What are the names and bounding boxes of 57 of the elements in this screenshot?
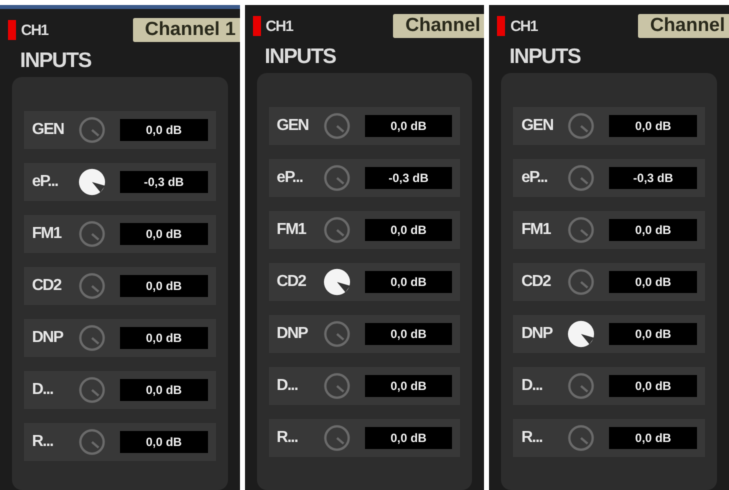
gain-display: 0,0 dB: [120, 275, 208, 297]
gain-display: 0,0 dB: [609, 115, 698, 137]
channel-label: CH1: [266, 18, 293, 34]
gain-display: 0,0 dB: [364, 219, 452, 241]
gain-display: 0,0 dB: [120, 223, 208, 245]
gain-display: 0,0 dB: [364, 427, 452, 449]
input-label: R...: [276, 429, 299, 447]
gain-display: 0,0 dB: [609, 271, 698, 293]
gain-display: 0,0 dB: [364, 323, 452, 345]
gain-display: 0,0 dB: [364, 115, 452, 137]
input-label: FM1: [32, 225, 62, 243]
input-label: FM1: [276, 221, 308, 239]
knob[interactable]: [567, 320, 596, 348]
gain-display: 0,0 dB: [609, 375, 698, 397]
gain-display: 0,0 dB: [609, 219, 698, 241]
gain-display: -0,3 dB: [364, 167, 452, 189]
section-title: INPUTS: [509, 45, 582, 70]
input-label: D...: [276, 377, 299, 395]
input-label: R...: [521, 429, 544, 447]
gain-display: 0,0 dB: [364, 271, 452, 293]
gain-display: 0,0 dB: [609, 323, 698, 345]
channel-label: CH1: [510, 18, 538, 34]
gain-display: 0,0 dB: [120, 431, 208, 453]
gain-display: -0,3 dB: [609, 167, 698, 189]
input-label: R...: [32, 433, 54, 451]
led-indicator: [252, 16, 261, 36]
led-indicator: [497, 16, 506, 36]
gain-display: 0,0 dB: [609, 427, 698, 449]
gain-display: -0,3 dB: [120, 171, 208, 193]
input-label: CD2: [32, 277, 62, 295]
knob[interactable]: [322, 268, 351, 296]
gain-display: 0,0 dB: [364, 375, 452, 397]
knob[interactable]: [78, 168, 106, 196]
channel-name-field[interactable]: Channel 1: [132, 18, 240, 42]
input-label: FM1: [521, 221, 552, 239]
input-label: eP...: [32, 173, 59, 191]
gain-display: 0,0 dB: [120, 327, 208, 349]
section-title: INPUTS: [264, 45, 337, 70]
channel-name-field[interactable]: Channel: [638, 14, 729, 38]
input-label: CD2: [276, 273, 307, 291]
input-label: DNP: [32, 329, 64, 347]
channel-label: CH1: [21, 22, 48, 38]
gain-display: 0,0 dB: [120, 119, 208, 141]
input-label: DNP: [521, 325, 554, 343]
section-title: INPUTS: [20, 49, 92, 74]
input-label: CD2: [521, 273, 552, 291]
input-label: DNP: [276, 325, 309, 343]
input-label: GEN: [276, 117, 310, 135]
input-label: GEN: [521, 117, 554, 135]
input-label: D...: [521, 377, 544, 395]
input-label: eP...: [276, 169, 304, 187]
channel-name-field[interactable]: Channel: [393, 14, 484, 38]
input-label: D...: [32, 381, 54, 399]
led-indicator: [8, 20, 16, 40]
input-label: GEN: [32, 121, 65, 139]
gain-display: 0,0 dB: [120, 379, 208, 401]
input-label: eP...: [521, 169, 548, 187]
